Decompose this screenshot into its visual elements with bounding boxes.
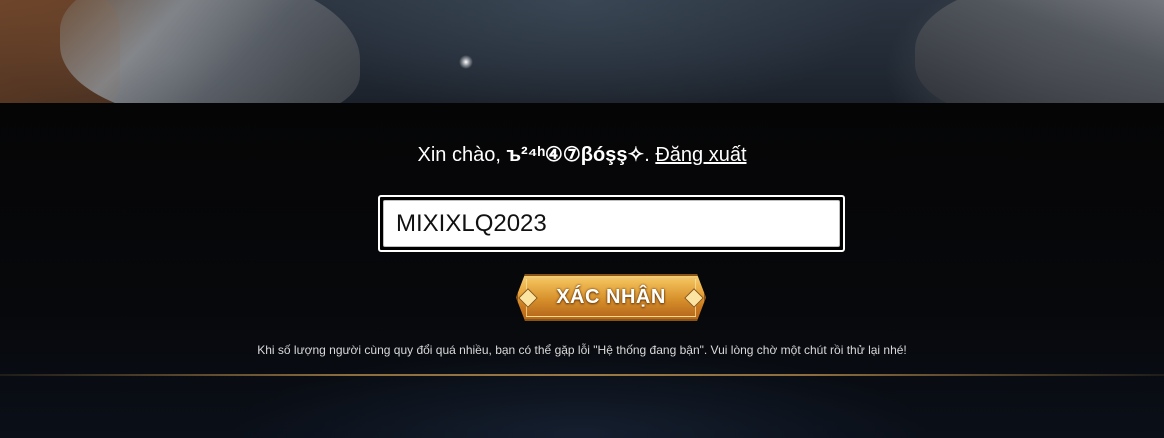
page: Xin chào, ъ²⁴ʰ④⑦βóşş✧. Đăng xuất XÁC NHẬ… xyxy=(0,0,1164,438)
hero-banner-image xyxy=(0,0,1164,103)
gold-divider xyxy=(0,374,1164,376)
confirm-button-label: XÁC NHẬN xyxy=(556,286,666,308)
username: ъ²⁴ʰ④⑦βóşş✧ xyxy=(506,144,645,166)
redeem-panel: Xin chào, ъ²⁴ʰ④⑦βóşş✧. Đăng xuất XÁC NHẬ… xyxy=(0,103,1164,438)
greeting-line: Xin chào, ъ²⁴ʰ④⑦βóşş✧. Đăng xuất xyxy=(0,143,1164,167)
code-input[interactable] xyxy=(383,200,840,247)
greeting-prefix: Xin chào, xyxy=(417,144,507,166)
hero-art-right-armor xyxy=(915,0,1164,103)
greeting-separator: . xyxy=(644,144,656,166)
busy-notice-text: Khi số lượng người cùng quy đổi quá nhiề… xyxy=(257,343,907,357)
confirm-button[interactable]: XÁC NHẬN xyxy=(516,274,706,321)
sparkle-icon xyxy=(459,55,473,69)
logout-link[interactable]: Đăng xuất xyxy=(655,144,746,166)
code-input-frame xyxy=(378,195,845,252)
hero-art-left-armor xyxy=(60,0,360,103)
